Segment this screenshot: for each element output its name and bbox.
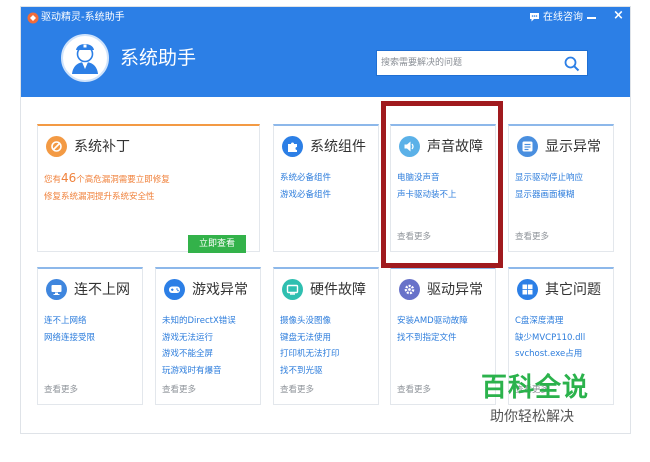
link-item[interactable]: 显示器画面模糊 xyxy=(515,187,609,204)
vulnerability-count: 46 xyxy=(61,171,77,185)
card-links: C盘深度清理 缺少MVCP110.dll svchost.exe占用 xyxy=(515,313,609,363)
card-hardware-fault[interactable]: 硬件故障 摄像头没图像 键盘无法使用 打印机无法打印 找不到光驱 查看更多 xyxy=(273,267,379,405)
link-item[interactable]: 游戏无法运行 xyxy=(162,330,256,347)
hardware-icon-badge xyxy=(282,279,303,300)
network-icon-badge xyxy=(46,279,67,300)
card-links: 系统必备组件 游戏必备组件 xyxy=(280,170,374,203)
link-item[interactable]: 打印机无法打印 xyxy=(280,346,374,363)
link-item[interactable]: 游戏必备组件 xyxy=(280,187,374,204)
search-box xyxy=(376,50,588,76)
windows-icon xyxy=(522,284,533,295)
vulnerability-warning: 您有46个高危漏洞需要立即修复 xyxy=(44,170,255,189)
header-bar: 驱动精灵-系统助手 在线咨询 × 系统助手 xyxy=(21,7,630,97)
puzzle-piece-icon xyxy=(288,142,297,152)
card-title: 显示异常 xyxy=(545,139,601,155)
card-system-components[interactable]: 系统组件 系统必备组件 游戏必备组件 xyxy=(273,124,379,252)
card-title: 驱动异常 xyxy=(427,282,483,298)
minimize-button[interactable] xyxy=(586,11,598,23)
search-input[interactable] xyxy=(381,54,551,72)
card-title: 连不上网 xyxy=(74,282,130,298)
watermark-title: 百科全说 xyxy=(481,373,590,403)
watermark: 百科全说 助你轻松解决 xyxy=(461,368,637,438)
card-title: 系统组件 xyxy=(310,139,366,155)
card-title: 系统补丁 xyxy=(74,139,130,155)
search-icon[interactable] xyxy=(563,55,581,73)
hardware-device-icon xyxy=(286,284,299,295)
link-item[interactable]: 安装AMD驱动故障 xyxy=(397,313,491,330)
card-display-abnormal[interactable]: 显示异常 显示驱动停止响应 显示器画面模糊 查看更多 xyxy=(508,124,614,252)
warning-prefix: 您有 xyxy=(44,175,62,185)
link-item[interactable]: 摄像头没图像 xyxy=(280,313,374,330)
card-network[interactable]: 连不上网 连不上网络 网络连接受限 查看更多 xyxy=(37,267,143,405)
assistant-avatar xyxy=(61,34,109,82)
link-item[interactable]: 键盘无法使用 xyxy=(280,330,374,347)
card-links: 连不上网络 网络连接受限 xyxy=(44,313,138,346)
link-item[interactable]: svchost.exe占用 xyxy=(515,346,609,363)
link-item[interactable]: 找不到指定文件 xyxy=(397,330,491,347)
card-title: 游戏异常 xyxy=(192,282,248,298)
card-title: 其它问题 xyxy=(545,282,601,298)
window-title: 驱动精灵-系统助手 xyxy=(41,12,125,23)
link-item[interactable]: 玩游戏时有爆音 xyxy=(162,363,256,380)
online-consult-link[interactable]: 在线咨询 xyxy=(529,11,583,25)
driver-icon-badge xyxy=(399,279,420,300)
patch-icon-badge xyxy=(46,136,67,157)
view-more-link[interactable]: 查看更多 xyxy=(162,384,196,396)
link-item[interactable]: 显示驱动停止响应 xyxy=(515,170,609,187)
other-icon-badge xyxy=(517,279,538,300)
game-icon-badge xyxy=(164,279,185,300)
card-links: 未知的DirectX错误 游戏无法运行 游戏不能全屏 玩游戏时有爆音 xyxy=(162,313,256,379)
highlight-box xyxy=(381,101,503,268)
card-title: 硬件故障 xyxy=(310,282,366,298)
link-item[interactable]: 游戏不能全屏 xyxy=(162,346,256,363)
page-title: 系统助手 xyxy=(120,47,197,69)
patch-wrench-icon xyxy=(51,141,62,152)
view-more-link[interactable]: 查看更多 xyxy=(515,231,549,243)
link-item[interactable]: 找不到光驱 xyxy=(280,363,374,380)
card-system-patch[interactable]: 系统补丁 您有46个高危漏洞需要立即修复 修复系统漏洞提升系统安全性 立即查看 xyxy=(37,124,260,253)
link-item[interactable]: 系统必备组件 xyxy=(280,170,374,187)
card-game-abnormal[interactable]: 游戏异常 未知的DirectX错误 游戏无法运行 游戏不能全屏 玩游戏时有爆音 … xyxy=(155,267,261,405)
link-item[interactable]: 缺少MVCP110.dll xyxy=(515,330,609,347)
security-hint: 修复系统漏洞提升系统安全性 xyxy=(44,191,155,202)
view-more-link[interactable]: 查看更多 xyxy=(280,384,314,396)
view-now-button[interactable]: 立即查看 xyxy=(188,235,246,253)
card-links: 显示驱动停止响应 显示器画面模糊 xyxy=(515,170,609,203)
link-item[interactable]: 未知的DirectX错误 xyxy=(162,313,256,330)
display-icon-badge xyxy=(517,136,538,157)
title-bar: 驱动精灵-系统助手 在线咨询 × xyxy=(21,7,630,29)
card-links: 摄像头没图像 键盘无法使用 打印机无法打印 找不到光驱 xyxy=(280,313,374,379)
view-more-link[interactable]: 查看更多 xyxy=(44,384,78,396)
gear-icon xyxy=(404,284,415,295)
link-item[interactable]: 连不上网络 xyxy=(44,313,138,330)
card-links: 安装AMD驱动故障 找不到指定文件 xyxy=(397,313,491,346)
link-item[interactable]: 网络连接受限 xyxy=(44,330,138,347)
components-icon-badge xyxy=(282,136,303,157)
doctor-avatar-icon xyxy=(72,44,98,74)
close-button[interactable]: × xyxy=(613,9,624,23)
online-consult-label: 在线咨询 xyxy=(543,12,583,23)
gamepad-icon xyxy=(169,286,180,293)
chat-bubble-icon xyxy=(530,13,539,22)
watermark-subtitle: 助你轻松解决 xyxy=(490,409,574,425)
monitor-icon xyxy=(522,141,533,152)
app-logo-icon xyxy=(27,12,39,24)
computer-icon xyxy=(51,285,62,295)
link-item[interactable]: C盘深度清理 xyxy=(515,313,609,330)
card-content: 您有46个高危漏洞需要立即修复 修复系统漏洞提升系统安全性 xyxy=(44,170,255,205)
view-more-link[interactable]: 查看更多 xyxy=(397,384,431,396)
warning-suffix: 个高危漏洞需要立即修复 xyxy=(76,175,170,185)
